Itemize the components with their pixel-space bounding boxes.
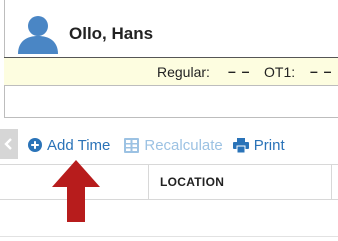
add-time-button[interactable]: Add Time <box>28 137 110 154</box>
table-row-divider <box>0 236 338 237</box>
regular-hours-value: – – <box>228 63 251 79</box>
printer-icon <box>232 137 249 153</box>
print-label: Print <box>253 136 285 154</box>
ot1-hours-label: OT1: <box>264 64 296 80</box>
plus-circle-icon <box>28 138 42 152</box>
column-divider <box>331 165 332 200</box>
user-avatar-icon <box>18 16 58 54</box>
recalculate-button[interactable]: Recalculate <box>124 136 223 154</box>
hours-summary-bar: Regular: – – OT1: – – <box>4 57 338 86</box>
annotation-up-arrow-icon <box>52 160 100 222</box>
timesheet-table-header: LOCATION <box>0 164 338 200</box>
regular-hours-label: Regular: <box>157 64 210 80</box>
calculator-icon <box>124 137 140 153</box>
column-divider <box>148 165 149 200</box>
location-column-header[interactable]: LOCATION <box>160 175 224 189</box>
print-button[interactable]: Print <box>232 136 285 154</box>
employee-name: Ollo, Hans <box>69 24 154 43</box>
timesheet-toolbar: Add Time Recalculate Print <box>28 135 285 155</box>
recalculate-label: Recalculate <box>144 136 223 154</box>
chevron-left-icon <box>4 138 12 150</box>
add-time-label: Add Time <box>47 136 111 154</box>
collapse-panel-button[interactable] <box>0 129 18 159</box>
ot1-hours-value: – – <box>310 63 333 79</box>
